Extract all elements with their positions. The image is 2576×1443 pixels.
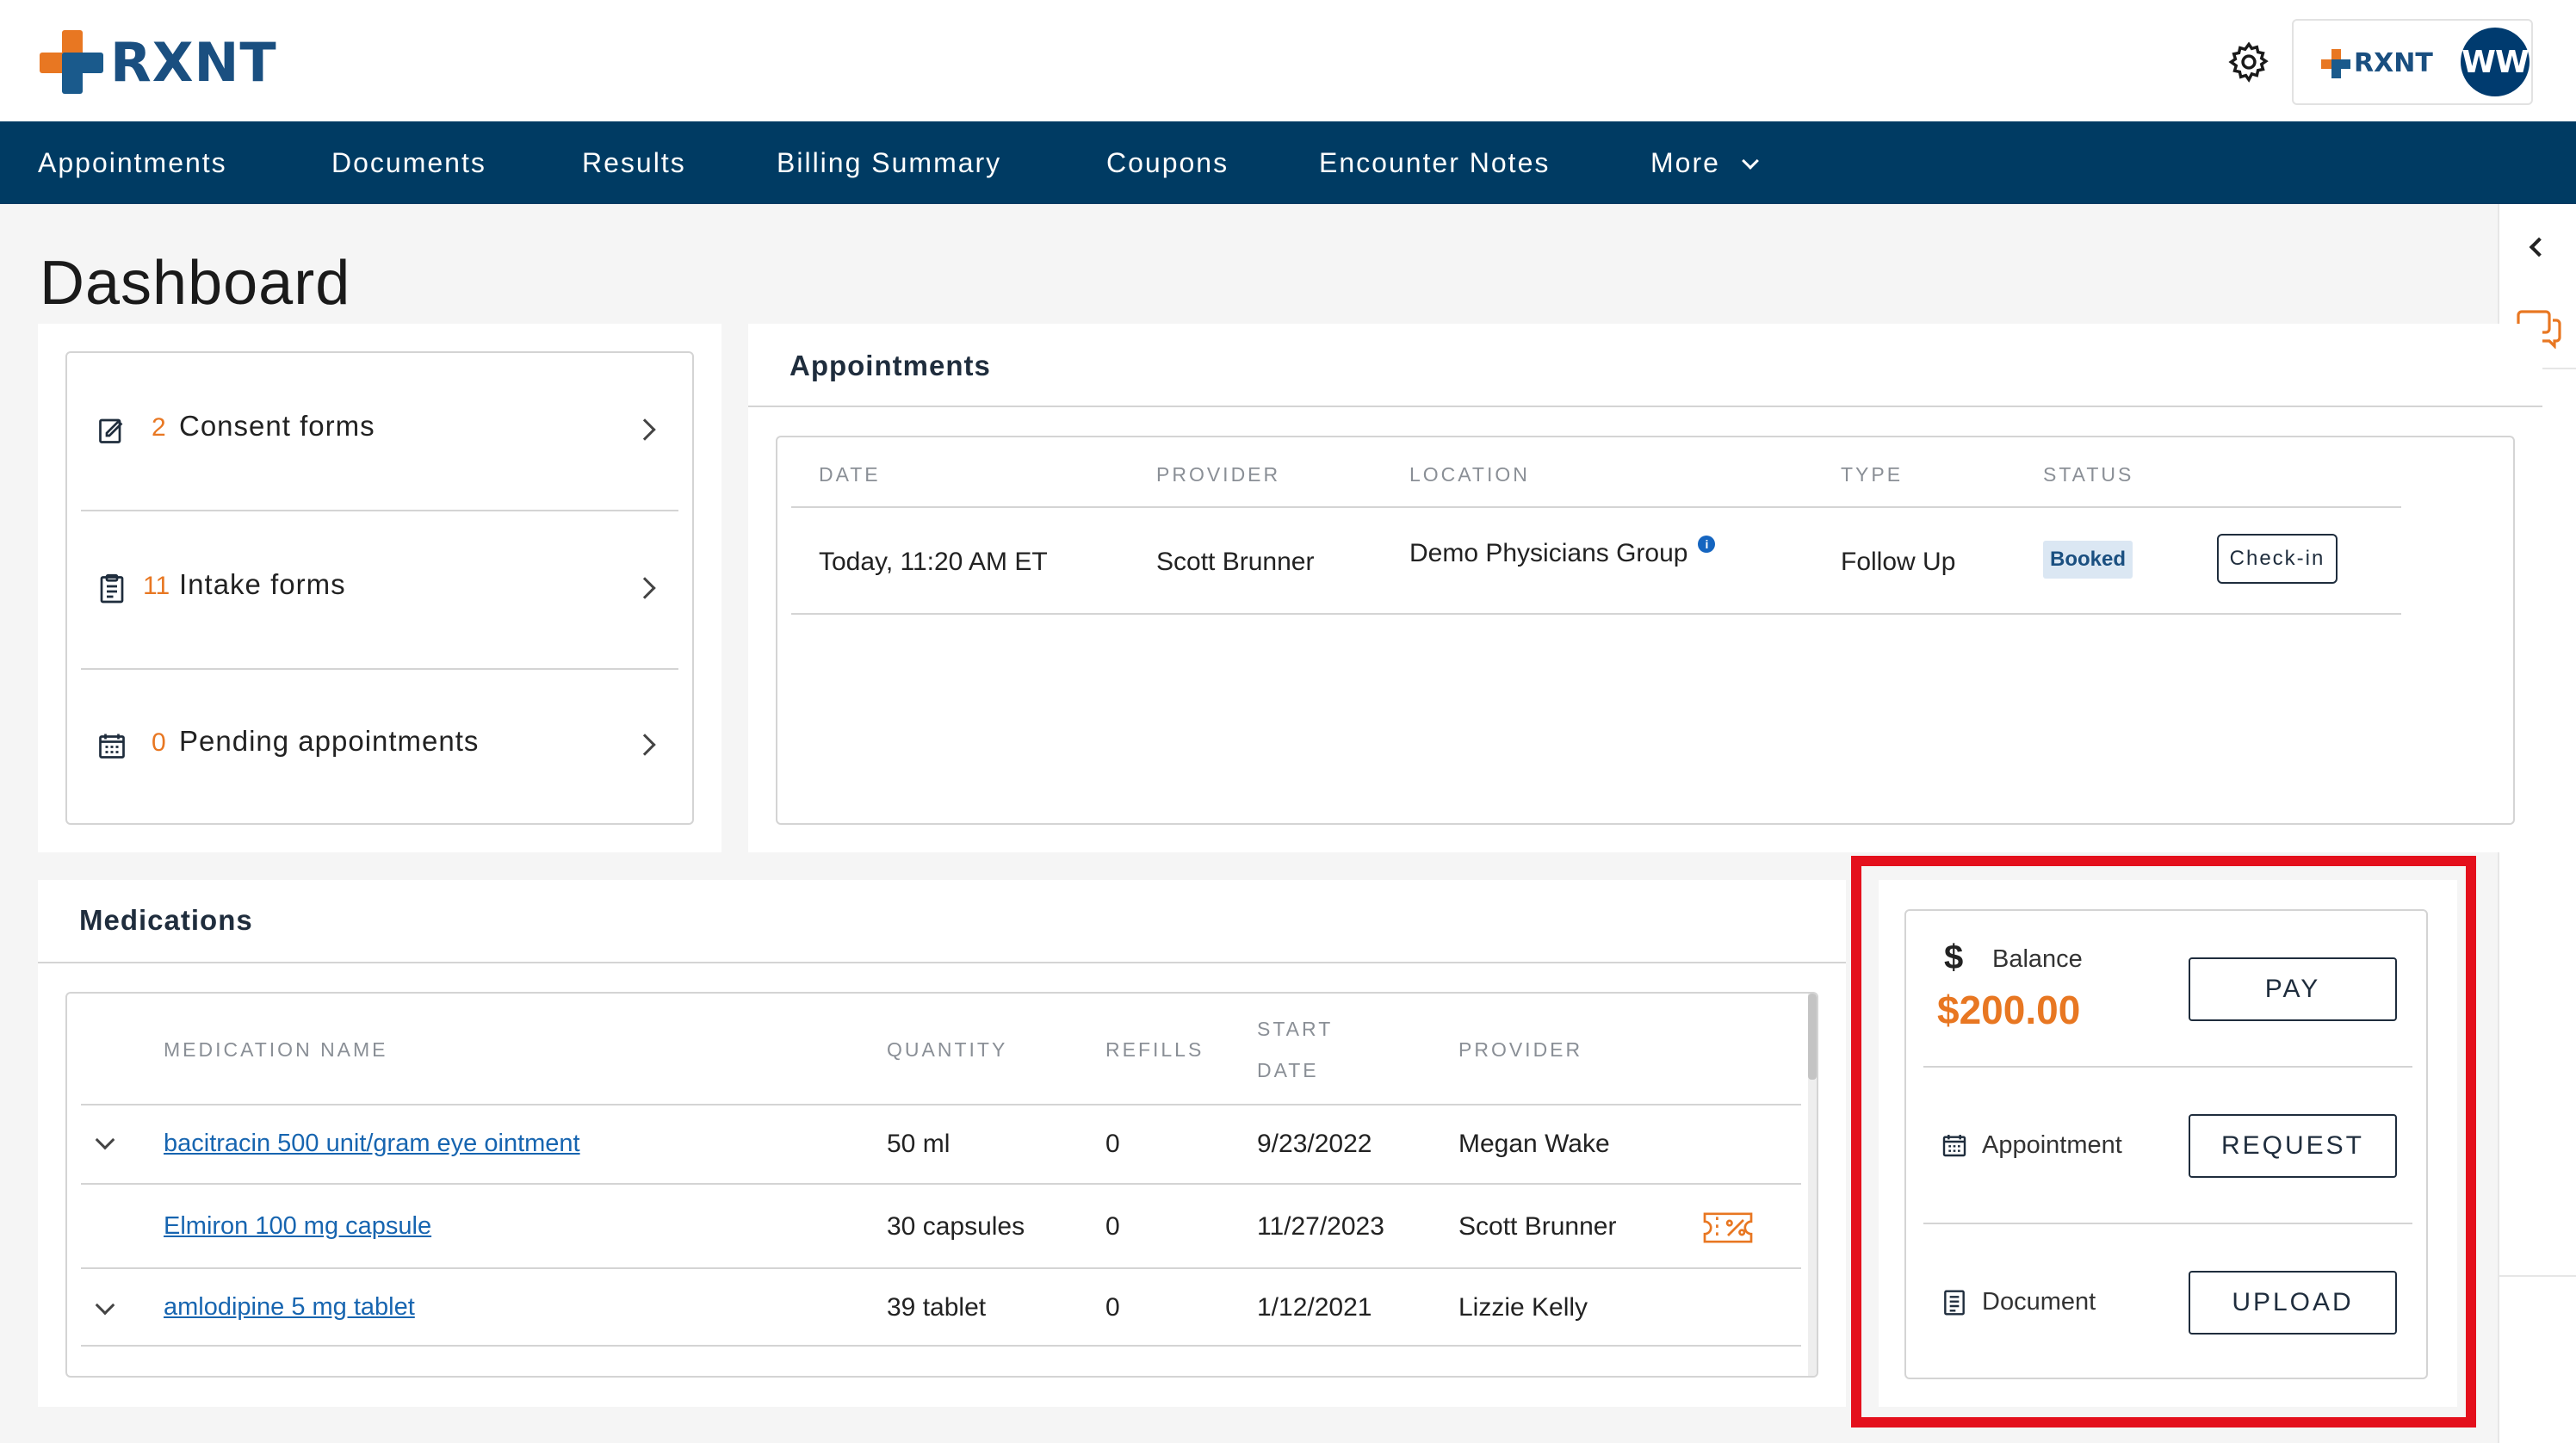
logo-cross-icon bbox=[40, 30, 103, 94]
pending-appointments-label: Pending appointments bbox=[179, 725, 480, 757]
table-scrollbar[interactable] bbox=[1808, 994, 1817, 1376]
row-divider bbox=[81, 1345, 1801, 1347]
medication-link[interactable]: bacitracin 500 unit/gram eye ointment bbox=[164, 1130, 580, 1158]
col-provider: PROVIDER bbox=[1458, 1038, 1583, 1061]
chevron-down-icon bbox=[1742, 152, 1759, 170]
med-refills: 0 bbox=[1105, 1212, 1120, 1241]
med-provider: Scott Brunner bbox=[1458, 1212, 1617, 1241]
status-badge: Booked bbox=[2043, 541, 2133, 579]
mini-cross-icon bbox=[2321, 48, 2350, 78]
col-date: DATE bbox=[819, 463, 881, 486]
col-medication-name: MEDICATION NAME bbox=[164, 1038, 388, 1061]
nav-coupons[interactable]: Coupons bbox=[1106, 121, 1229, 204]
chevron-right-icon bbox=[634, 577, 656, 599]
med-quantity: 30 capsules bbox=[887, 1212, 1025, 1241]
card-header-divider bbox=[748, 406, 2542, 407]
appt-location-text: Demo Physicians Group bbox=[1409, 539, 1688, 567]
forms-card: 2 Consent forms 11 Intake forms 0 Pendin… bbox=[38, 324, 721, 852]
top-header: RXNT RXNT WW bbox=[0, 0, 2576, 121]
appt-location: Demo Physicians Group i bbox=[1409, 536, 1716, 568]
med-start-date: 9/23/2022 bbox=[1257, 1130, 1372, 1158]
chevron-right-icon bbox=[634, 418, 656, 441]
practice-logo-text: RXNT bbox=[2354, 48, 2433, 78]
intake-forms-count: 11 bbox=[143, 572, 170, 600]
gear-icon[interactable] bbox=[2226, 40, 2271, 84]
consent-forms-row[interactable]: 2 Consent forms bbox=[81, 353, 678, 510]
med-start-date: 1/12/2021 bbox=[1257, 1293, 1372, 1322]
clipboard-icon bbox=[100, 573, 124, 604]
medications-title: Medications bbox=[79, 904, 253, 936]
highlight-box bbox=[1851, 856, 2476, 1428]
col-status: STATUS bbox=[2043, 463, 2134, 486]
main-nav: Appointments Documents Results Billing S… bbox=[0, 121, 2576, 204]
rail-divider bbox=[2499, 1275, 2576, 1277]
medications-card: Medications MEDICATION NAME QUANTITY REF… bbox=[38, 880, 1846, 1407]
nav-results[interactable]: Results bbox=[582, 121, 686, 204]
intake-forms-row[interactable]: 11 Intake forms bbox=[81, 511, 678, 668]
chevron-down-icon[interactable] bbox=[95, 1295, 115, 1316]
calendar-icon bbox=[99, 734, 125, 759]
header-divider bbox=[791, 506, 2401, 508]
med-quantity: 39 tablet bbox=[887, 1293, 987, 1322]
row-divider bbox=[791, 613, 2401, 615]
header-divider bbox=[81, 1104, 1801, 1105]
rxnt-logo[interactable]: RXNT bbox=[40, 29, 277, 95]
user-avatar[interactable]: WW bbox=[2461, 28, 2530, 96]
med-quantity: 50 ml bbox=[887, 1130, 951, 1158]
nav-billing-summary[interactable]: Billing Summary bbox=[777, 121, 1001, 204]
appt-type: Follow Up bbox=[1841, 548, 1956, 576]
pending-appointments-count: 0 bbox=[152, 728, 166, 757]
col-location: LOCATION bbox=[1409, 463, 1530, 486]
nav-documents[interactable]: Documents bbox=[331, 121, 486, 204]
row-divider bbox=[81, 1267, 1801, 1269]
logo-text: RXNT bbox=[110, 30, 277, 94]
col-quantity: QUANTITY bbox=[887, 1038, 1008, 1061]
medications-table: MEDICATION NAME QUANTITY REFILLS START D… bbox=[65, 992, 1818, 1378]
appointments-title: Appointments bbox=[790, 350, 991, 381]
medication-link[interactable]: amlodipine 5 mg tablet bbox=[164, 1293, 415, 1322]
pending-appointments-row[interactable]: 0 Pending appointments bbox=[81, 668, 678, 825]
form-edit-icon bbox=[99, 418, 123, 443]
nav-more-label: More bbox=[1650, 147, 1720, 178]
medication-link[interactable]: Elmiron 100 mg capsule bbox=[164, 1212, 431, 1241]
check-in-button[interactable]: Check-in bbox=[2217, 534, 2338, 584]
page-title: Dashboard bbox=[40, 249, 351, 318]
appointments-card: Appointments DATE PROVIDER LOCATION TYPE… bbox=[748, 324, 2542, 852]
coupon-icon[interactable] bbox=[1703, 1212, 1753, 1243]
col-start-date-line2: DATE bbox=[1257, 1059, 1319, 1081]
intake-forms-label: Intake forms bbox=[179, 568, 346, 600]
scrollbar-thumb[interactable] bbox=[1808, 994, 1817, 1080]
chevron-right-icon bbox=[634, 734, 656, 756]
col-start-date-line1: START bbox=[1257, 1018, 1334, 1040]
appt-provider: Scott Brunner bbox=[1156, 548, 1315, 576]
consent-forms-label: Consent forms bbox=[179, 410, 375, 442]
row-divider bbox=[81, 1183, 1801, 1185]
med-start-date: 11/27/2023 bbox=[1257, 1212, 1384, 1241]
card-header-divider bbox=[38, 962, 1846, 963]
col-type: TYPE bbox=[1841, 463, 1904, 486]
col-provider: PROVIDER bbox=[1156, 463, 1281, 486]
consent-forms-count: 2 bbox=[152, 413, 166, 442]
med-provider: Megan Wake bbox=[1458, 1130, 1610, 1158]
collapse-chevron-icon[interactable] bbox=[2529, 237, 2549, 257]
appointments-table: DATE PROVIDER LOCATION TYPE STATUS Today… bbox=[776, 436, 2515, 825]
appt-date: Today, 11:20 AM ET bbox=[819, 548, 1048, 576]
nav-encounter-notes[interactable]: Encounter Notes bbox=[1319, 121, 1550, 204]
practice-logo: RXNT bbox=[2321, 48, 2433, 78]
med-refills: 0 bbox=[1105, 1130, 1120, 1158]
med-refills: 0 bbox=[1105, 1293, 1120, 1322]
info-icon[interactable]: i bbox=[1698, 536, 1716, 553]
nav-more[interactable]: More bbox=[1650, 121, 1759, 204]
forms-list: 2 Consent forms 11 Intake forms 0 Pendin… bbox=[65, 351, 694, 825]
med-provider: Lizzie Kelly bbox=[1458, 1293, 1588, 1322]
nav-appointments[interactable]: Appointments bbox=[38, 121, 227, 204]
chevron-down-icon[interactable] bbox=[95, 1130, 115, 1150]
col-refills: REFILLS bbox=[1105, 1038, 1204, 1061]
